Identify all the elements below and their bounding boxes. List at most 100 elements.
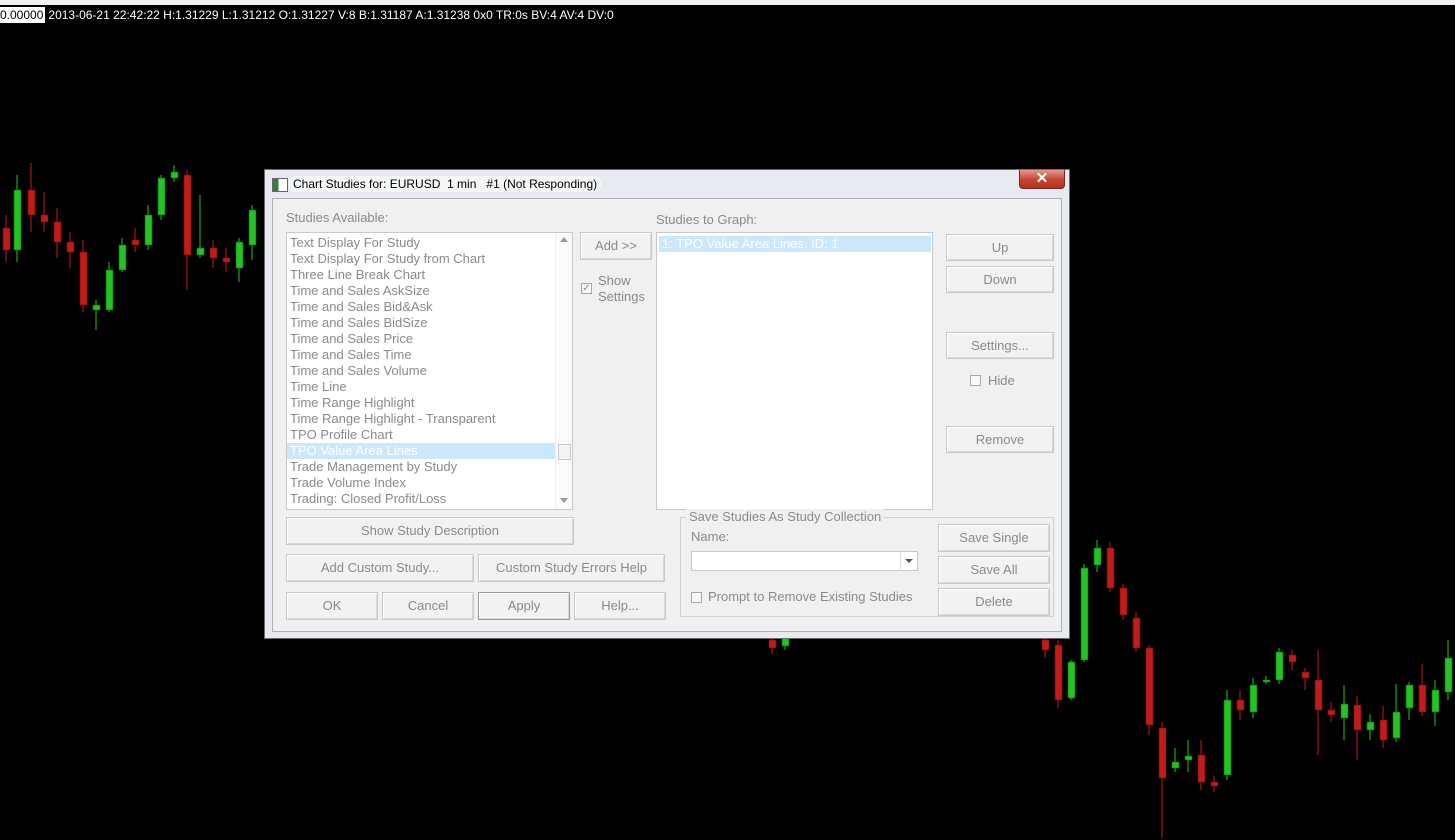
scroll-up-icon[interactable] [560, 237, 568, 242]
price-tag: 0.00000 [0, 7, 46, 23]
candle-body [1340, 703, 1349, 719]
save-single-button[interactable]: Save Single [938, 524, 1050, 552]
candle-body [27, 189, 36, 216]
help-button[interactable]: Help... [574, 592, 666, 620]
save-all-button[interactable]: Save All [938, 556, 1050, 584]
dialog-title: Chart Studies for: EURUSD 1 min #1 (Not … [289, 176, 602, 192]
candle-body [1184, 755, 1193, 761]
study-list-item[interactable]: Trade Volume Index [287, 475, 557, 491]
down-button[interactable]: Down [946, 266, 1054, 293]
candle-body [1262, 679, 1271, 683]
candle-body [1236, 699, 1245, 711]
app-icon [272, 178, 288, 192]
candle-body [1093, 547, 1102, 566]
candle-body [1444, 657, 1453, 693]
study-list-item[interactable]: Three Line Break Chart [287, 267, 557, 283]
candle-body [1301, 671, 1310, 679]
candle-body [1054, 644, 1063, 701]
candle-body [66, 241, 75, 253]
bar-info-text: 2013-06-21 22:42:22 H:1.31229 L:1.31212 … [48, 8, 614, 22]
name-label: Name: [691, 529, 730, 544]
name-combobox[interactable] [691, 551, 918, 571]
candle-body [157, 177, 166, 216]
candle-body [53, 221, 62, 243]
settings-button[interactable]: Settings... [946, 332, 1054, 359]
study-list-item[interactable]: Time and Sales Time [287, 347, 557, 363]
study-list-item[interactable]: Text Display For Study from Chart [287, 251, 557, 267]
candle-body [1418, 684, 1427, 713]
custom-study-errors-help-button[interactable]: Custom Study Errors Help [478, 554, 665, 582]
candle-body [131, 239, 140, 246]
study-list-item[interactable]: Time Range Highlight [287, 395, 557, 411]
remove-button[interactable]: Remove [946, 426, 1054, 453]
candle-body [768, 639, 777, 649]
study-list-item[interactable]: Time and Sales Price [287, 331, 557, 347]
study-list-item[interactable]: Text Display For Study [287, 235, 557, 251]
study-list-item[interactable]: Time and Sales AskSize [287, 283, 557, 299]
close-icon: ✕ [1035, 170, 1049, 187]
show-settings-checkbox[interactable]: ✓ [581, 283, 592, 294]
candle-body [1327, 709, 1336, 716]
study-list-item[interactable]: TPO Value Area Lines [287, 443, 557, 459]
add-study-button[interactable]: Add >> [580, 232, 652, 260]
cancel-button[interactable]: Cancel [382, 592, 474, 620]
dialog-client-area: Studies Available: Text Display For Stud… [272, 198, 1062, 632]
hide-label: Hide [988, 373, 1015, 388]
study-list-item[interactable]: Time and Sales Volume [287, 363, 557, 379]
candle-body [40, 214, 49, 223]
up-button[interactable]: Up [946, 234, 1054, 261]
candle-body [1249, 684, 1258, 713]
study-list-item[interactable]: Trade Management by Study [287, 459, 557, 475]
scroll-down-icon[interactable] [560, 498, 568, 503]
candle-body [1353, 704, 1362, 731]
prompt-remove-checkbox[interactable] [691, 592, 702, 603]
dropdown-arrow-icon[interactable] [900, 552, 917, 570]
chart-studies-dialog: Chart Studies for: EURUSD 1 min #1 (Not … [264, 169, 1070, 639]
candle-body [1132, 617, 1141, 649]
candle-body [1288, 654, 1297, 663]
candle-body [222, 257, 231, 263]
studies-available-label: Studies Available: [286, 210, 389, 225]
show-settings-label: Show Settings [598, 273, 645, 304]
candle-body [209, 247, 218, 259]
candle-body [1392, 711, 1401, 739]
dialog-titlebar[interactable]: Chart Studies for: EURUSD 1 min #1 (Not … [265, 170, 1069, 198]
close-button[interactable]: ✕ [1019, 170, 1065, 189]
candle-body [105, 269, 114, 311]
graph-study-item[interactable]: 1: TPO Value Area Lines. ID: 1 [659, 236, 931, 252]
studies-available-list[interactable]: Text Display For Study Text Display For S… [286, 232, 573, 510]
study-list-item[interactable]: Time Line [287, 379, 557, 395]
show-study-description-button[interactable]: Show Study Description [286, 517, 574, 545]
candle-body [1223, 699, 1232, 776]
candle-body [1158, 727, 1167, 779]
scroll-thumb[interactable] [558, 444, 571, 460]
candle-body [1210, 781, 1219, 787]
candle-body [1275, 651, 1284, 681]
candle-body [1314, 679, 1323, 711]
chart-info-bar: 0.00000 2013-06-21 22:42:22 H:1.31229 L:1… [0, 7, 614, 23]
ok-button[interactable]: OK [286, 592, 378, 620]
candle-body [1067, 661, 1076, 699]
candle-body [118, 244, 127, 271]
candle-body [1119, 587, 1128, 616]
delete-button[interactable]: Delete [938, 588, 1050, 616]
study-list-item[interactable]: Time and Sales Bid&Ask [287, 299, 557, 315]
list-scrollbar[interactable] [555, 233, 572, 509]
candle-body [196, 247, 205, 256]
study-list-item[interactable]: TPO Profile Chart [287, 427, 557, 443]
studies-to-graph-list[interactable]: 1: TPO Value Area Lines. ID: 1 [656, 232, 933, 510]
candle-body [92, 304, 101, 311]
candle-body [1171, 761, 1180, 769]
add-custom-study-button[interactable]: Add Custom Study... [286, 554, 474, 582]
study-list-item[interactable]: Trading: Profit/Loss [287, 507, 557, 509]
study-list-item[interactable]: Trading: Closed Profit/Loss [287, 491, 557, 507]
study-list-item[interactable]: Time and Sales BidSize [287, 315, 557, 331]
candle-body [79, 251, 88, 306]
candle-body [1041, 639, 1050, 651]
study-list-item[interactable]: Time Range Highlight - Transparent [287, 411, 557, 427]
apply-button[interactable]: Apply [478, 592, 570, 620]
candle-body [13, 189, 22, 251]
candle-body [1366, 721, 1375, 731]
hide-checkbox[interactable] [970, 375, 981, 386]
candle-body [781, 637, 790, 647]
